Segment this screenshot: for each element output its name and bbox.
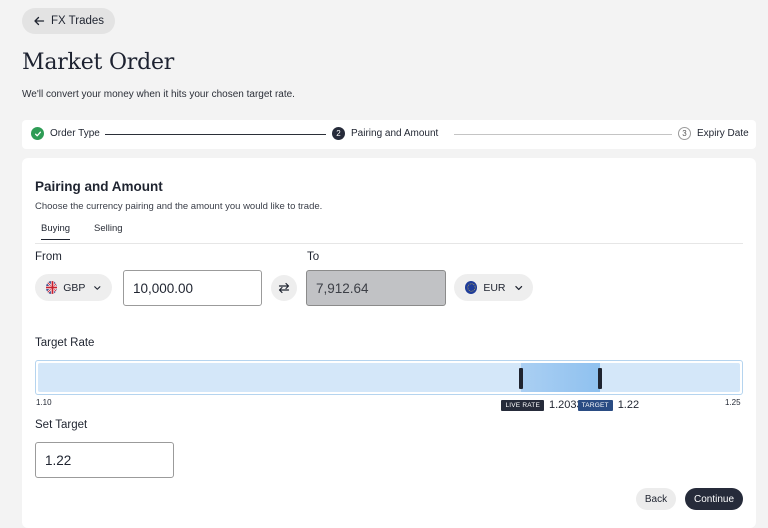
- to-currency-code: EUR: [483, 281, 506, 294]
- to-amount-field: [306, 270, 446, 306]
- back-to-fx-trades-button[interactable]: FX Trades: [22, 8, 116, 34]
- target-value: 1.22: [617, 399, 640, 411]
- step-label: Pairing and Amount: [351, 128, 439, 139]
- live-rate-tag: LIVE RATE: [501, 399, 544, 411]
- step-number: 2: [332, 127, 345, 140]
- back-label: FX Trades: [51, 15, 105, 27]
- uk-flag-icon: [46, 281, 58, 294]
- to-label: To: [307, 251, 320, 263]
- step-expiry-date[interactable]: 3 Expiry Date: [678, 127, 749, 140]
- slider-range: [521, 363, 600, 392]
- back-button[interactable]: Back: [636, 488, 676, 510]
- from-label: From: [35, 251, 62, 263]
- target-rate-label: Target Rate: [35, 337, 95, 349]
- step-label: Expiry Date: [697, 128, 749, 139]
- page-title: Market Order: [22, 50, 175, 75]
- to-currency-select[interactable]: EUR: [454, 274, 533, 301]
- set-target-label: Set Target: [35, 419, 88, 431]
- from-currency-select[interactable]: GBP: [35, 274, 112, 301]
- chevron-down-icon: [94, 285, 101, 290]
- step-number: 3: [678, 127, 691, 140]
- slider-track: [38, 363, 740, 392]
- page-subtitle: We'll convert your money when it hits yo…: [22, 89, 295, 100]
- section-title: Pairing and Amount: [35, 179, 163, 194]
- pairing-card: Pairing and Amount Choose the currency p…: [22, 158, 756, 528]
- target-tag: TARGET: [577, 399, 613, 411]
- step-order-type[interactable]: Order Type: [31, 127, 100, 140]
- chevron-down-icon: [514, 285, 522, 290]
- from-currency-code: GBP: [63, 281, 86, 294]
- step-label: Order Type: [50, 128, 100, 139]
- swap-currencies-button[interactable]: [271, 275, 297, 301]
- section-subtitle: Choose the currency pairing and the amou…: [35, 201, 323, 212]
- slider-max-label: 1.25: [725, 398, 741, 407]
- check-icon: [31, 127, 44, 140]
- target-rate-marker: TARGET 1.22: [577, 399, 640, 411]
- live-rate-handle[interactable]: [519, 368, 524, 389]
- step-connector: [454, 134, 672, 135]
- arrow-left-icon: [34, 16, 45, 26]
- step-pairing-and-amount[interactable]: 2 Pairing and Amount: [332, 127, 438, 140]
- eu-flag-icon: [465, 281, 478, 294]
- tabs-divider: [35, 243, 743, 244]
- step-connector: [105, 134, 326, 135]
- from-amount-input[interactable]: [123, 270, 262, 306]
- swap-arrows-icon: [278, 282, 290, 294]
- target-rate-handle[interactable]: [597, 368, 602, 389]
- progress-stepper: Order Type 2 Pairing and Amount 3 Expiry…: [22, 120, 756, 149]
- slider-min-label: 1.10: [36, 398, 52, 407]
- set-target-input[interactable]: [35, 442, 174, 478]
- continue-button[interactable]: Continue: [685, 488, 743, 510]
- tab-buying[interactable]: Buying: [41, 223, 71, 240]
- target-rate-slider[interactable]: [35, 360, 743, 395]
- tab-selling[interactable]: Selling: [94, 223, 123, 239]
